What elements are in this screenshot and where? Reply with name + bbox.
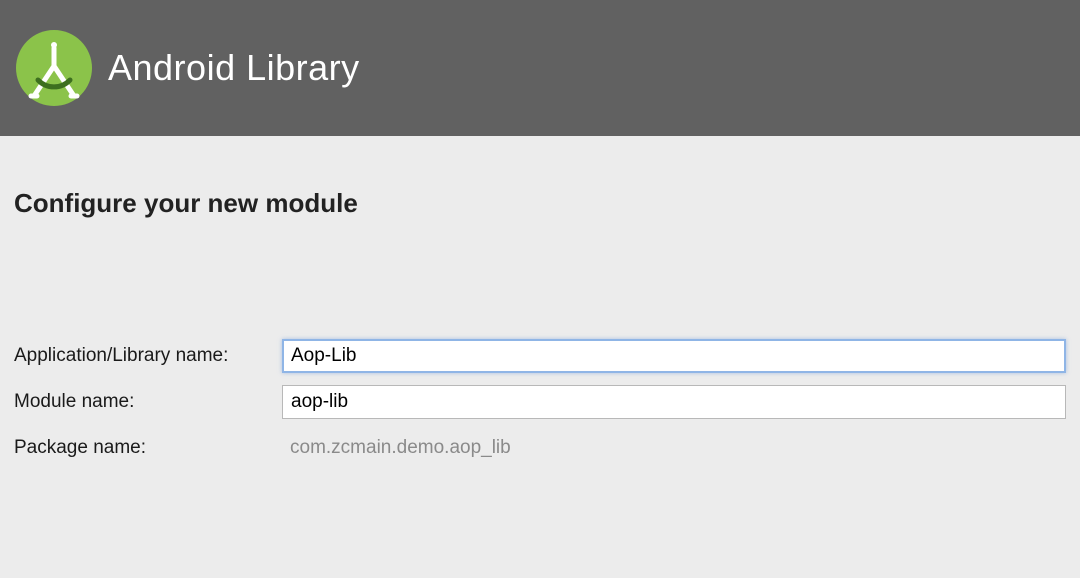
app-name-input[interactable] [282,339,1066,373]
section-title: Configure your new module [14,188,1066,219]
form-row-app-name: Application/Library name: [14,339,1066,373]
dialog-header: Android Library [0,0,1080,136]
module-name-input[interactable] [282,385,1066,419]
module-name-label: Module name: [14,391,282,413]
form-row-package-name: Package name: com.zcmain.demo.aop_lib [14,437,1066,459]
package-name-value: com.zcmain.demo.aop_lib [282,437,511,459]
header-title: Android Library [108,47,360,89]
dialog-content: Configure your new module Application/Li… [0,136,1080,459]
form-row-module-name: Module name: [14,385,1066,419]
android-studio-icon [14,28,94,108]
package-name-label: Package name: [14,437,282,459]
app-name-label: Application/Library name: [14,345,282,367]
